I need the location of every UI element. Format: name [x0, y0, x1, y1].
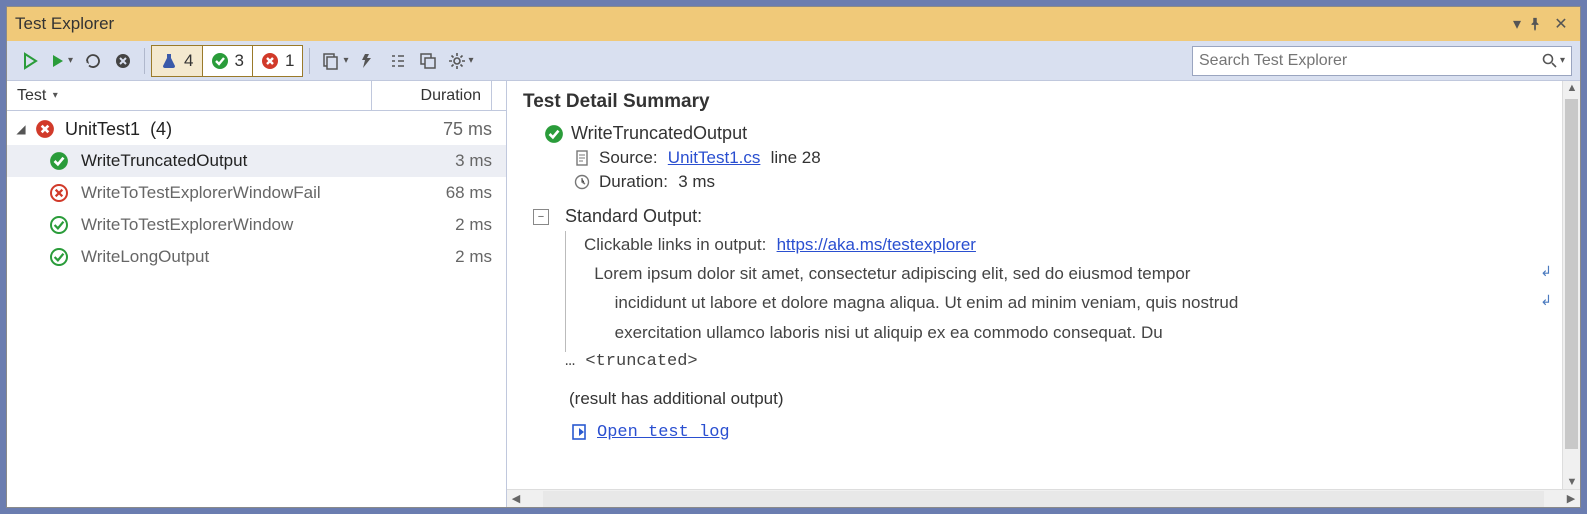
- sort-indicator: ▾: [53, 90, 58, 101]
- open-log-row: Open test log: [569, 423, 1554, 442]
- search-dropdown[interactable]: ▾: [1560, 55, 1565, 66]
- pass-icon: [543, 124, 565, 144]
- detail-duration-row: Duration: 3 ms: [571, 172, 1554, 192]
- filter-passed[interactable]: 3: [203, 46, 253, 76]
- cancel-run-button[interactable]: [109, 46, 137, 76]
- output-link[interactable]: https://aka.ms/testexplorer: [777, 235, 976, 254]
- fail-icon: [261, 52, 279, 70]
- detail-test-name-row: WriteTruncatedOutput: [543, 123, 1554, 144]
- stdout-section: − Standard Output: Clickable links in ou…: [533, 206, 1554, 371]
- test-tree-pane: Test ▾ Duration ◢ UnitTest1 (4) 75 ms: [7, 81, 507, 507]
- stdout-text: Clickable links in output: https://aka.m…: [584, 231, 1554, 348]
- titlebar: Test Explorer ▾ ✕: [7, 7, 1580, 41]
- content-area: Test ▾ Duration ◢ UnitTest1 (4) 75 ms: [7, 81, 1580, 507]
- filter-total[interactable]: 4: [152, 46, 202, 76]
- run-after-build-button[interactable]: [354, 46, 382, 76]
- column-header-test[interactable]: Test ▾: [7, 81, 372, 110]
- run-all-button[interactable]: [16, 46, 44, 76]
- search-input[interactable]: [1199, 52, 1542, 70]
- grid-header: Test ▾ Duration: [7, 81, 506, 111]
- expand-toggle[interactable]: ◢: [13, 122, 29, 136]
- tree-item[interactable]: WriteToTestExplorerWindow 2 ms: [7, 209, 506, 241]
- pass-icon: [49, 151, 69, 171]
- filter-failed[interactable]: 1: [253, 46, 302, 76]
- window-title: Test Explorer: [15, 14, 114, 34]
- repeat-last-run-button[interactable]: [79, 46, 107, 76]
- open-test-log-link[interactable]: Open test log: [597, 423, 730, 442]
- tree-item[interactable]: WriteTruncatedOutput 3 ms: [7, 145, 506, 177]
- tree-group[interactable]: ◢ UnitTest1 (4) 75 ms: [7, 113, 506, 145]
- open-external-icon: [569, 423, 591, 441]
- document-icon: [571, 150, 593, 166]
- truncated-marker: … <truncated>: [565, 352, 1554, 371]
- pass-icon: [211, 52, 229, 70]
- vertical-scrollbar[interactable]: ▲ ▼: [1562, 81, 1580, 489]
- search-icon[interactable]: [1542, 53, 1558, 69]
- toolbar: ▾ 4 3 1 ▾: [7, 41, 1580, 81]
- detail-heading: Test Detail Summary: [523, 91, 1554, 113]
- test-explorer-window: Test Explorer ▾ ✕ ▾ 4: [6, 6, 1581, 508]
- clock-icon: [571, 174, 593, 190]
- fail-outline-icon: [49, 183, 69, 203]
- group-by-button[interactable]: [384, 46, 412, 76]
- detail-pane: Test Detail Summary WriteTruncatedOutput…: [507, 81, 1580, 507]
- pin-button[interactable]: [1528, 17, 1550, 31]
- show-hierarchy-button[interactable]: [414, 46, 442, 76]
- wrap-indicator-icon: ↲: [1540, 289, 1552, 311]
- additional-output-note: (result has additional output): [569, 389, 1554, 409]
- search-box[interactable]: ▾: [1192, 46, 1572, 76]
- filter-group: 4 3 1: [151, 45, 303, 77]
- fail-icon: [35, 119, 55, 139]
- collapse-toggle[interactable]: −: [533, 209, 549, 225]
- test-tree[interactable]: ◢ UnitTest1 (4) 75 ms WriteTruncatedOutp…: [7, 111, 506, 507]
- horizontal-scrollbar[interactable]: ◀ ▶: [507, 489, 1580, 507]
- settings-button[interactable]: ▾: [444, 46, 477, 76]
- tree-item[interactable]: WriteToTestExplorerWindowFail 68 ms: [7, 177, 506, 209]
- flask-icon: [160, 52, 178, 70]
- close-button[interactable]: ✕: [1550, 14, 1572, 34]
- wrap-indicator-icon: ↲: [1540, 260, 1552, 282]
- playlist-button[interactable]: ▾: [317, 46, 352, 76]
- pass-outline-icon: [49, 215, 69, 235]
- column-header-duration[interactable]: Duration: [372, 81, 492, 110]
- pass-outline-icon: [49, 247, 69, 267]
- source-link[interactable]: UnitTest1.cs: [668, 148, 761, 168]
- detail-source-row: Source: UnitTest1.cs line 28: [571, 148, 1554, 168]
- window-menu-button[interactable]: ▾: [1506, 14, 1528, 34]
- tree-item[interactable]: WriteLongOutput 2 ms: [7, 241, 506, 273]
- run-button[interactable]: ▾: [46, 46, 77, 76]
- detail-content: Test Detail Summary WriteTruncatedOutput…: [507, 81, 1580, 489]
